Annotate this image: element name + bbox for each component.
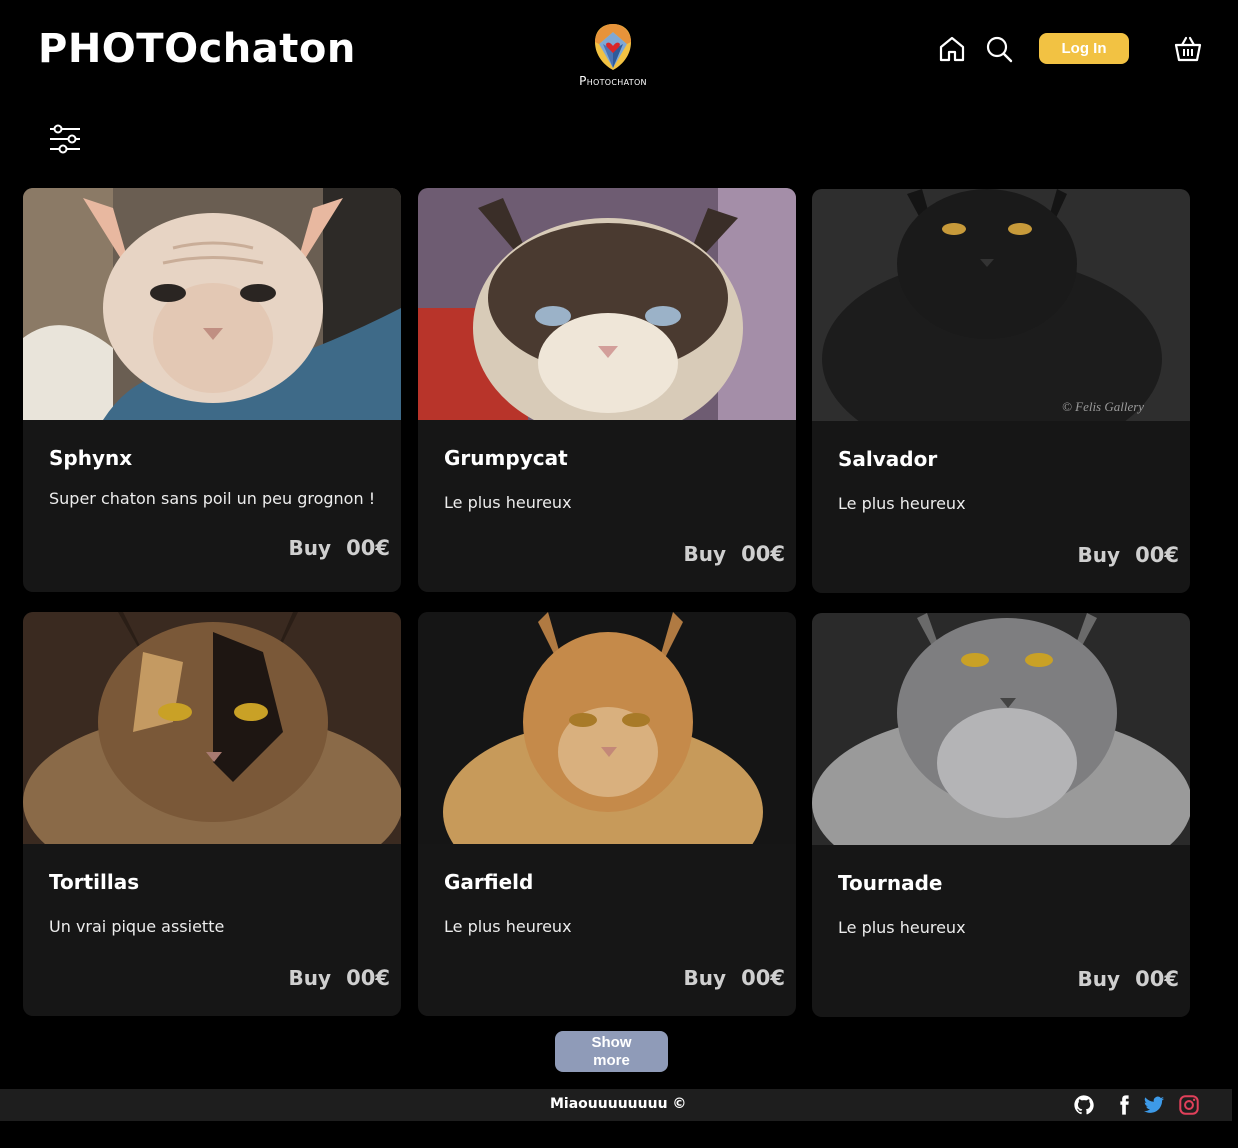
logo-text: Photochaton [579,74,647,88]
brand-title[interactable]: PHOTOchaton [38,26,356,72]
product-card[interactable]: Sphynx Super chaton sans poil un peu gro… [23,188,401,592]
cat-photo-image[interactable] [418,188,796,420]
github-icon[interactable] [1073,1094,1095,1116]
card-price: 00€ [346,536,390,560]
product-card[interactable]: Tortillas Un vrai pique assiette Buy 00€ [23,612,401,1016]
cat-photo-image[interactable] [23,188,401,420]
cat-photo-image[interactable] [812,613,1190,845]
page: PHOTOchaton Photochaton Log In Sphynx Su… [0,0,1238,1148]
card-title: Tournade [838,871,943,895]
product-card[interactable]: © Felis Gallery Salvador Le plus heureux… [812,189,1190,593]
watermark-signature: © Felis Gallery [1062,399,1144,414]
cat-photo-image[interactable] [418,612,796,844]
cat-photo-image[interactable]: © Felis Gallery [812,189,1190,421]
card-description: Le plus heureux [444,493,572,512]
buy-button[interactable]: Buy [1077,967,1120,991]
card-description: Super chaton sans poil un peu grognon ! [49,489,376,508]
card-description: Le plus heureux [838,918,966,937]
footer-text: Miaouuuuuuuu © [550,1096,687,1112]
basket-icon[interactable] [1173,34,1203,64]
card-price: 00€ [346,966,390,990]
card-title: Sphynx [49,446,133,470]
footer: Miaouuuuuuuu © [0,1089,1232,1121]
card-description: Un vrai pique assiette [49,917,225,936]
product-card[interactable]: Garfield Le plus heureux Buy 00€ [418,612,796,1016]
card-title: Tortillas [49,870,140,894]
instagram-icon[interactable] [1178,1094,1200,1116]
home-icon[interactable] [937,34,967,64]
logo-shield-icon [595,24,631,70]
cat-photo-image[interactable] [23,612,401,844]
card-title: Salvador [838,447,938,471]
card-description: Le plus heureux [444,917,572,936]
filter-icon[interactable] [48,122,82,156]
facebook-icon[interactable] [1113,1094,1135,1116]
buy-button[interactable]: Buy [288,536,331,560]
twitter-icon[interactable] [1143,1094,1165,1116]
site-logo[interactable]: Photochaton [567,22,659,92]
buy-button[interactable]: Buy [683,542,726,566]
card-description: Le plus heureux [838,494,966,513]
product-card[interactable]: Grumpycat Le plus heureux Buy 00€ [418,188,796,592]
card-price: 00€ [1135,543,1179,567]
card-title: Grumpycat [444,446,568,470]
card-price: 00€ [741,542,785,566]
card-price: 00€ [741,966,785,990]
show-more-button[interactable]: Show more [555,1031,668,1072]
buy-button[interactable]: Buy [683,966,726,990]
buy-button[interactable]: Buy [288,966,331,990]
buy-button[interactable]: Buy [1077,543,1120,567]
search-icon[interactable] [984,34,1014,64]
card-title: Garfield [444,870,534,894]
login-button[interactable]: Log In [1039,33,1129,64]
product-card[interactable]: Tournade Le plus heureux Buy 00€ [812,613,1190,1017]
card-price: 00€ [1135,967,1179,991]
